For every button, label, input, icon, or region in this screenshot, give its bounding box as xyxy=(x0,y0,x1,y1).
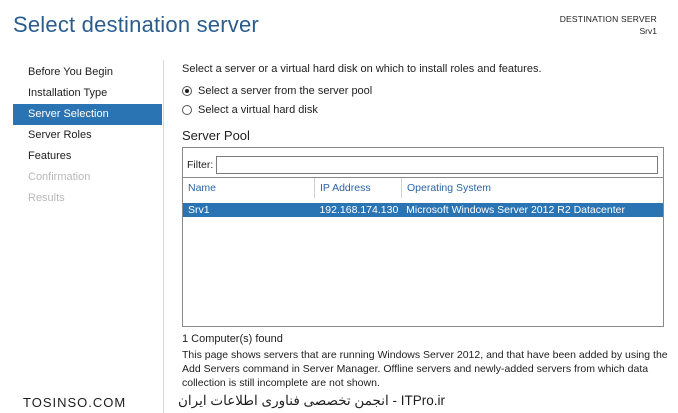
destination-server-value: Srv1 xyxy=(639,26,657,36)
nav-item-server-roles[interactable]: Server Roles xyxy=(13,125,162,146)
table-header: Name IP Address Operating System xyxy=(183,178,663,198)
nav-item-confirmation: Confirmation xyxy=(28,171,91,183)
radio-virtual-hard-disk[interactable] xyxy=(182,104,192,115)
watermark-right-text: ITPro.ir - انجمن تخصصی فناوری اطلاعات ای… xyxy=(176,393,448,409)
column-header-ip-address[interactable]: IP Address xyxy=(315,178,402,198)
cell-ip-address: 192.168.174.130 xyxy=(319,204,399,216)
server-pool-title: Server Pool xyxy=(182,128,250,143)
page-title: Select destination server xyxy=(13,12,259,37)
watermark-left-text: TOSINSO.COM xyxy=(21,395,129,410)
nav-item-results: Results xyxy=(28,192,65,204)
destination-server-label: DESTINATION SERVER xyxy=(559,14,657,24)
column-header-operating-system[interactable]: Operating System xyxy=(402,178,663,198)
computers-found-count: 1 Computer(s) found xyxy=(182,333,283,345)
cell-name: Srv1 xyxy=(188,204,210,216)
column-header-name[interactable]: Name xyxy=(183,178,315,198)
main-content: Select a server or a virtual hard disk o… xyxy=(182,62,668,390)
nav-item-features[interactable]: Features xyxy=(13,146,162,167)
watermark-bar: TOSINSO.COM ITPro.ir - انجمن تخصصی فناور… xyxy=(0,387,678,413)
intro-text: Select a server or a virtual hard disk o… xyxy=(182,63,542,75)
wizard-navigation: Before You Begin Installation Type Serve… xyxy=(13,62,162,209)
filter-row: Filter: xyxy=(183,148,663,178)
cell-operating-system: Microsoft Windows Server 2012 R2 Datacen… xyxy=(406,204,625,216)
nav-item-server-selection[interactable]: Server Selection xyxy=(13,104,162,125)
nav-item-before-you-begin[interactable]: Before You Begin xyxy=(13,62,162,83)
option-virtual-hard-disk-label: Select a virtual hard disk xyxy=(198,103,318,116)
nav-divider xyxy=(163,60,164,413)
option-server-pool-label: Select a server from the server pool xyxy=(198,84,373,97)
table-row[interactable]: Srv1 192.168.174.130 Microsoft Windows S… xyxy=(183,203,663,217)
server-pool-panel: Filter: Name IP Address Operating System… xyxy=(182,147,664,327)
filter-input[interactable] xyxy=(216,156,659,174)
server-table: Name IP Address Operating System Srv1 19… xyxy=(183,178,663,217)
server-pool-note: This page shows servers that are running… xyxy=(182,349,668,389)
radio-server-pool[interactable] xyxy=(182,85,192,96)
destination-server-info: DESTINATION SERVER Srv1 xyxy=(560,13,657,37)
nav-item-installation-type[interactable]: Installation Type xyxy=(13,83,162,104)
filter-label: Filter: xyxy=(187,159,214,171)
option-server-pool[interactable]: Select a server from the server pool xyxy=(182,82,668,99)
option-virtual-hard-disk[interactable]: Select a virtual hard disk xyxy=(182,101,668,118)
